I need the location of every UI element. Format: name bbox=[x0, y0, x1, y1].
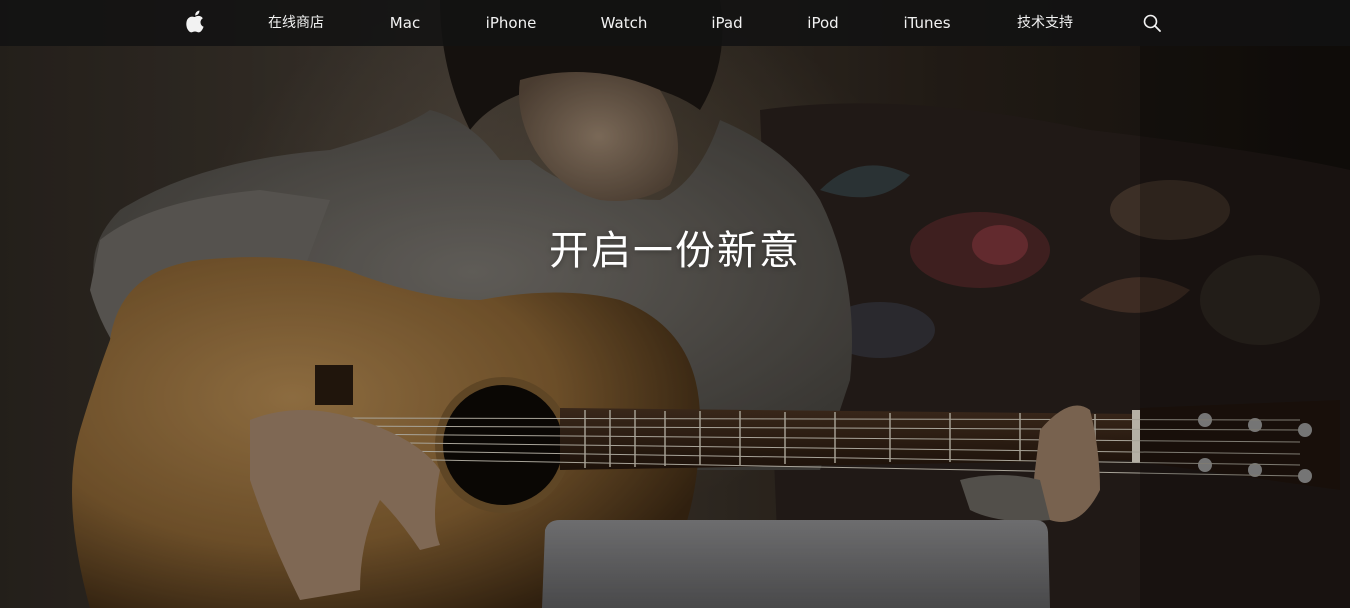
hero-banner[interactable] bbox=[0, 0, 1350, 608]
search-icon[interactable] bbox=[1143, 14, 1161, 32]
nav-item-online-store[interactable]: 在线商店 bbox=[268, 0, 324, 46]
nav-item-watch[interactable]: Watch bbox=[601, 0, 648, 46]
nav-item-iphone[interactable]: iPhone bbox=[486, 0, 537, 46]
nav-item-ipod[interactable]: iPod bbox=[807, 0, 838, 46]
nav-item-mac[interactable]: Mac bbox=[390, 0, 420, 46]
apple-logo-icon[interactable] bbox=[186, 10, 205, 33]
nav-item-itunes[interactable]: iTunes bbox=[903, 0, 950, 46]
global-nav: 在线商店 Mac iPhone Watch iPad iPod iTunes 技… bbox=[0, 0, 1350, 46]
page: 在线商店 Mac iPhone Watch iPad iPod iTunes 技… bbox=[0, 0, 1350, 608]
hero-headline: 开启一份新意 bbox=[549, 228, 801, 274]
hero-photo bbox=[0, 0, 1350, 608]
nav-item-ipad[interactable]: iPad bbox=[711, 0, 742, 46]
nav-item-support[interactable]: 技术支持 bbox=[1017, 0, 1073, 46]
